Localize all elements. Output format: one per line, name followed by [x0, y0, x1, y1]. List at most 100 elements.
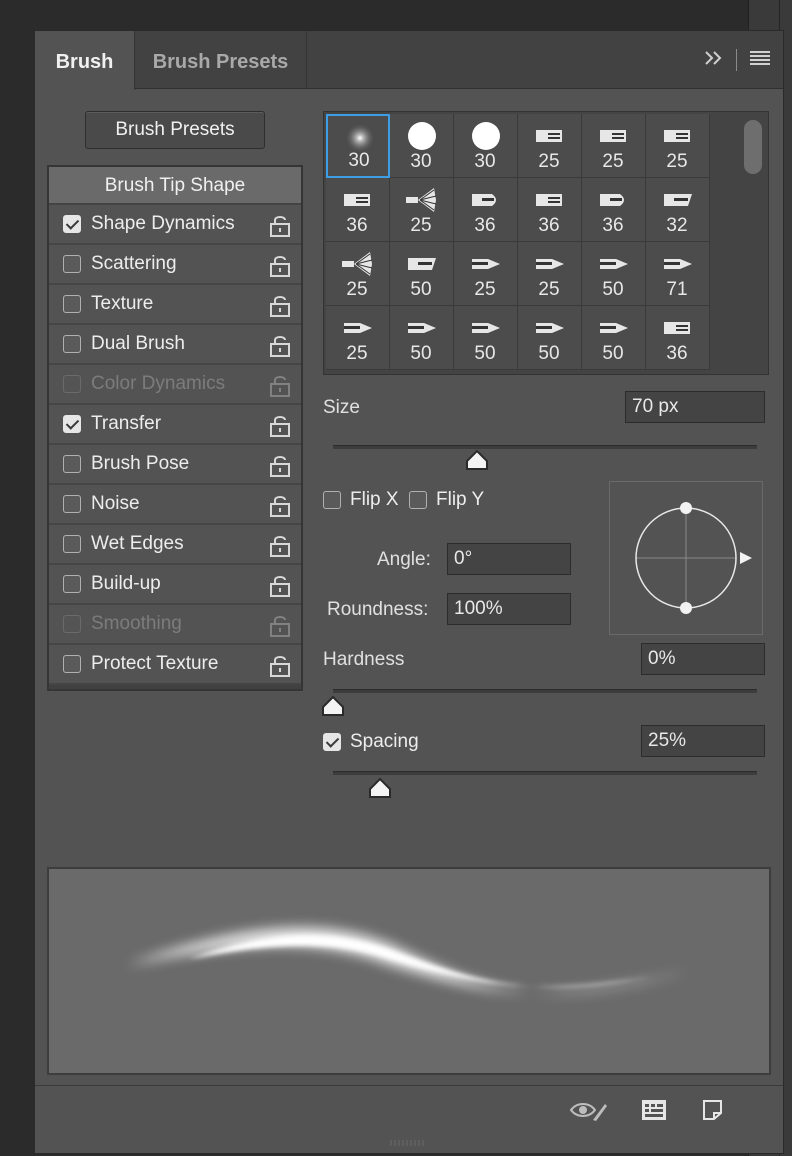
brush-presets-button[interactable]: Brush Presets	[85, 111, 265, 149]
brush-tip[interactable]: 50	[390, 306, 454, 370]
brush-tip[interactable]: 50	[454, 306, 518, 370]
bottom-toolbar	[35, 1085, 783, 1135]
option-row[interactable]: Build-up	[49, 565, 301, 605]
option-row[interactable]: Texture	[49, 285, 301, 325]
option-row[interactable]: Scattering	[49, 245, 301, 285]
brush-tip[interactable]: 25	[582, 114, 646, 178]
new-preset-icon[interactable]	[701, 1098, 725, 1127]
option-checkbox[interactable]	[63, 415, 81, 433]
lock-icon[interactable]	[269, 533, 291, 557]
tab-brush[interactable]: Brush	[35, 31, 135, 90]
menu-icon[interactable]	[749, 49, 771, 72]
size-field[interactable]: 70 px	[625, 391, 765, 423]
brush-tip[interactable]: 25	[646, 114, 710, 178]
option-checkbox[interactable]	[63, 455, 81, 473]
brush-tip[interactable]: 71	[646, 242, 710, 306]
lock-icon[interactable]	[269, 453, 291, 477]
tips-scrollbar[interactable]	[738, 112, 768, 374]
hardness-slider-thumb[interactable]	[321, 695, 345, 717]
option-checkbox[interactable]	[63, 655, 81, 673]
spacing-checkbox[interactable]	[323, 733, 341, 751]
hardness-field[interactable]: 0%	[641, 643, 765, 675]
lock-icon[interactable]	[269, 213, 291, 237]
brush-tip[interactable]: 50	[582, 306, 646, 370]
flip-y-control[interactable]: Flip Y	[409, 489, 484, 511]
brush-tip[interactable]: 25	[326, 242, 390, 306]
brush-tip[interactable]: 36	[518, 178, 582, 242]
option-checkbox[interactable]	[63, 495, 81, 513]
size-slider-track[interactable]	[333, 445, 757, 449]
brush-tip-size: 36	[666, 343, 688, 364]
brush-tip[interactable]: 25	[518, 114, 582, 178]
flip-y-checkbox[interactable]	[409, 491, 427, 509]
brush-tip[interactable]: 25	[518, 242, 582, 306]
brush-tip[interactable]: 30	[390, 114, 454, 178]
tab-brush-presets[interactable]: Brush Presets	[135, 31, 307, 89]
lock-icon[interactable]	[269, 413, 291, 437]
option-row[interactable]: Shape Dynamics	[49, 205, 301, 245]
flip-x-checkbox[interactable]	[323, 491, 341, 509]
option-row[interactable]: Wet Edges	[49, 525, 301, 565]
lock-icon[interactable]	[269, 573, 291, 597]
hardness-slider-track[interactable]	[333, 689, 757, 693]
lock-icon[interactable]	[269, 613, 291, 637]
option-checkbox[interactable]	[63, 295, 81, 313]
brush-tip-size: 30	[348, 150, 370, 171]
lock-icon[interactable]	[269, 253, 291, 277]
spacing-slider-thumb[interactable]	[368, 777, 392, 799]
expand-icon[interactable]	[704, 49, 724, 72]
option-row[interactable]: Transfer	[49, 405, 301, 445]
divider	[736, 49, 737, 71]
brush-tip-size: 32	[666, 215, 688, 236]
brush-tip[interactable]: 50	[518, 306, 582, 370]
option-checkbox	[63, 615, 81, 633]
option-label: Noise	[91, 493, 140, 514]
option-row: Smoothing	[49, 605, 301, 645]
option-label: Shape Dynamics	[91, 213, 235, 234]
lock-icon[interactable]	[269, 653, 291, 677]
scroll-thumb[interactable]	[744, 120, 762, 174]
option-checkbox[interactable]	[63, 535, 81, 553]
option-row[interactable]: Protect Texture	[49, 645, 301, 685]
option-row[interactable]: Brush Pose	[49, 445, 301, 485]
lock-icon[interactable]	[269, 373, 291, 397]
grid-panel-icon[interactable]	[641, 1098, 667, 1127]
lock-icon[interactable]	[269, 293, 291, 317]
size-slider-thumb[interactable]	[465, 449, 489, 471]
lock-icon[interactable]	[269, 333, 291, 357]
angle-label: Angle:	[377, 549, 431, 570]
brush-tip[interactable]: 36	[646, 306, 710, 370]
spacing-control[interactable]: Spacing	[323, 731, 419, 753]
option-checkbox[interactable]	[63, 575, 81, 593]
brush-tip[interactable]: 25	[454, 242, 518, 306]
brush-tip-shape-item[interactable]: Brush Tip Shape	[49, 167, 301, 205]
brush-tip[interactable]: 36	[326, 178, 390, 242]
angle-field[interactable]: 0°	[447, 543, 571, 575]
brush-tip[interactable]: 32	[646, 178, 710, 242]
option-label: Scattering	[91, 253, 177, 274]
option-checkbox[interactable]	[63, 215, 81, 233]
lock-icon[interactable]	[269, 493, 291, 517]
option-label: Wet Edges	[91, 533, 184, 554]
brush-tip[interactable]: 36	[454, 178, 518, 242]
brush-tip[interactable]: 30	[326, 114, 390, 178]
brush-tip[interactable]: 50	[390, 242, 454, 306]
brush-tip[interactable]: 25	[390, 178, 454, 242]
flip-x-control[interactable]: Flip X	[323, 489, 399, 511]
spacing-field[interactable]: 25%	[641, 725, 765, 757]
option-row[interactable]: Dual Brush	[49, 325, 301, 365]
option-label: Smoothing	[91, 613, 182, 634]
brush-tip-size: 25	[410, 215, 432, 236]
option-checkbox[interactable]	[63, 335, 81, 353]
roundness-field[interactable]: 100%	[447, 593, 571, 625]
brush-tip[interactable]: 25	[326, 306, 390, 370]
brush-tip[interactable]: 36	[582, 178, 646, 242]
angle-roundness-widget[interactable]	[609, 481, 763, 635]
spacing-slider-track[interactable]	[333, 771, 757, 775]
eye-brush-icon[interactable]	[569, 1098, 609, 1127]
option-row[interactable]: Noise	[49, 485, 301, 525]
brush-tip[interactable]: 30	[454, 114, 518, 178]
resize-grip[interactable]	[389, 1139, 429, 1147]
option-checkbox[interactable]	[63, 255, 81, 273]
brush-tip[interactable]: 50	[582, 242, 646, 306]
